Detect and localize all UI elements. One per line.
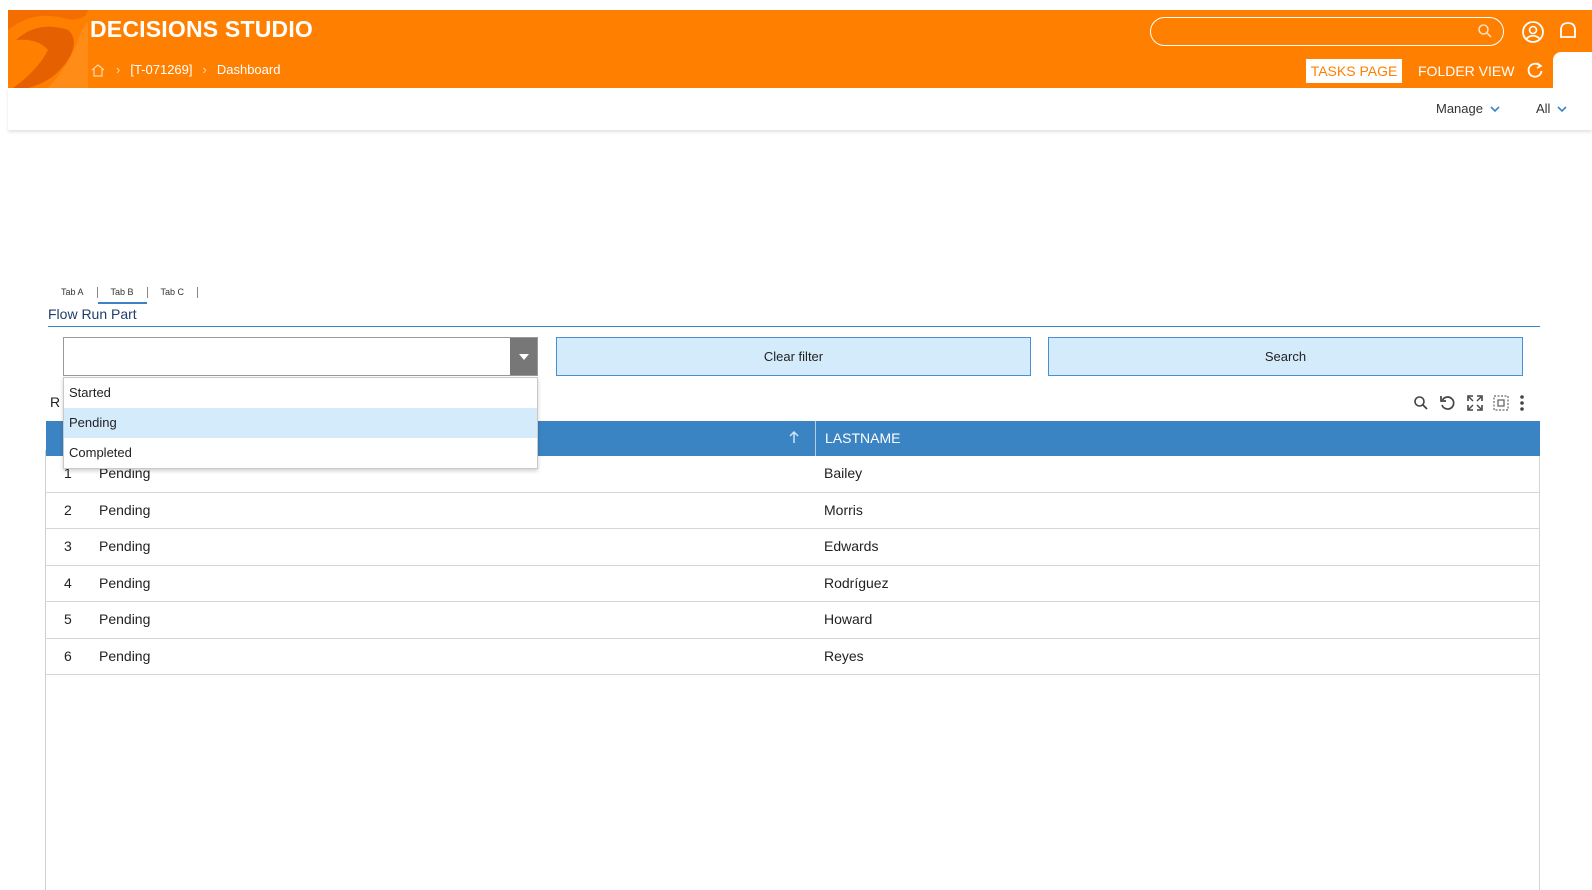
top-bar: DECISIONS STUDIO › [T-071269] › Dashboar… [8, 10, 1592, 88]
breadcrumb: › [T-071269] › Dashboard [90, 62, 280, 77]
search-icon[interactable] [1413, 395, 1429, 411]
tab-b[interactable]: Tab B [97, 284, 147, 304]
breadcrumb-item-record[interactable]: [T-071269] [130, 62, 192, 77]
all-menu[interactable]: All [1536, 101, 1567, 116]
search-button[interactable]: Search [1048, 337, 1523, 376]
grid-border-right [1539, 456, 1540, 890]
chevron-right-icon: › [202, 62, 207, 77]
tab-strip: Tab A Tab B Tab C [48, 282, 199, 304]
app-title: DECISIONS STUDIO [90, 16, 314, 42]
select-all-icon[interactable] [1493, 395, 1509, 411]
option-completed[interactable]: Completed [64, 438, 537, 468]
refresh-icon[interactable] [1439, 394, 1457, 412]
chevron-right-icon: › [116, 62, 121, 77]
status-cell: Pending [99, 538, 151, 554]
option-pending[interactable]: Pending [64, 408, 537, 438]
manage-menu[interactable]: Manage [1436, 101, 1500, 116]
table-row[interactable]: 4 Pending Rodríguez [46, 566, 1540, 602]
expand-icon[interactable] [1467, 395, 1483, 411]
row-number: 3 [64, 538, 72, 554]
tasks-page-button[interactable]: TASKS PAGE [1306, 59, 1402, 83]
grid-toolbar [1413, 394, 1525, 412]
lastname-cell: Rodríguez [824, 574, 889, 591]
status-cell: Pending [99, 611, 151, 627]
brand-logo-icon [8, 10, 88, 88]
chevron-down-icon [1557, 106, 1567, 113]
global-search-input[interactable] [1150, 17, 1504, 46]
sort-ascending-icon[interactable] [788, 430, 800, 444]
table-row[interactable]: 2 Pending Morris [46, 493, 1540, 529]
grid-body: 1 Pending Bailey 2 Pending Morris 3 Pending Edwa… [46, 456, 1540, 675]
lastname-cell: Howard [824, 611, 873, 627]
more-options-icon[interactable] [1519, 394, 1525, 412]
grid-border-left [45, 450, 46, 890]
table-row[interactable]: 5 Pending Howard [46, 602, 1540, 639]
column-divider [815, 421, 816, 456]
option-started[interactable]: Started [64, 378, 537, 408]
refresh-icon[interactable] [1525, 60, 1545, 80]
row-number: 6 [64, 647, 72, 664]
lastname-cell: Morris [824, 501, 863, 518]
clear-filter-button[interactable]: Clear filter [556, 337, 1031, 376]
column-header-lastname[interactable]: LASTNAME [825, 430, 900, 446]
section-divider [48, 326, 1540, 327]
table-row[interactable]: 3 Pending Edwards [46, 529, 1540, 566]
search-icon[interactable] [1477, 23, 1493, 39]
status-cell: Pending [99, 647, 151, 664]
row-number: 4 [64, 574, 72, 591]
dropdown-toggle[interactable] [510, 338, 537, 375]
status-filter-dropdown[interactable] [63, 337, 538, 376]
tab-c[interactable]: Tab C [148, 284, 198, 304]
home-icon[interactable] [90, 63, 106, 77]
tab-a[interactable]: Tab A [48, 284, 97, 304]
row-number: 2 [64, 501, 72, 518]
status-filter-options: Started Pending Completed [63, 377, 538, 469]
app-window: DECISIONS STUDIO › [T-071269] › Dashboar… [8, 10, 1592, 890]
grid-caption: R [50, 394, 61, 410]
user-account-icon[interactable] [1521, 20, 1545, 44]
lastname-cell: Bailey [824, 465, 863, 481]
chevron-down-icon [1490, 106, 1500, 113]
lastname-cell: Edwards [824, 538, 879, 554]
table-row[interactable]: 6 Pending Reyes [46, 639, 1540, 675]
row-number: 5 [64, 611, 72, 627]
tab-divider [197, 287, 199, 298]
folder-view-button[interactable]: FOLDER VIEW [1418, 59, 1514, 83]
lastname-cell: Reyes [824, 647, 864, 664]
panel-corner [1553, 52, 1592, 88]
section-title: Flow Run Part [48, 306, 137, 322]
status-cell: Pending [99, 501, 151, 518]
notifications-bell-icon[interactable] [1557, 20, 1579, 44]
caret-down-icon [518, 353, 529, 360]
all-menu-label: All [1536, 101, 1551, 116]
manage-menu-label: Manage [1436, 101, 1483, 116]
sub-toolbar: Manage All [8, 88, 1592, 130]
breadcrumb-item-dashboard[interactable]: Dashboard [217, 62, 281, 77]
status-cell: Pending [99, 574, 151, 591]
